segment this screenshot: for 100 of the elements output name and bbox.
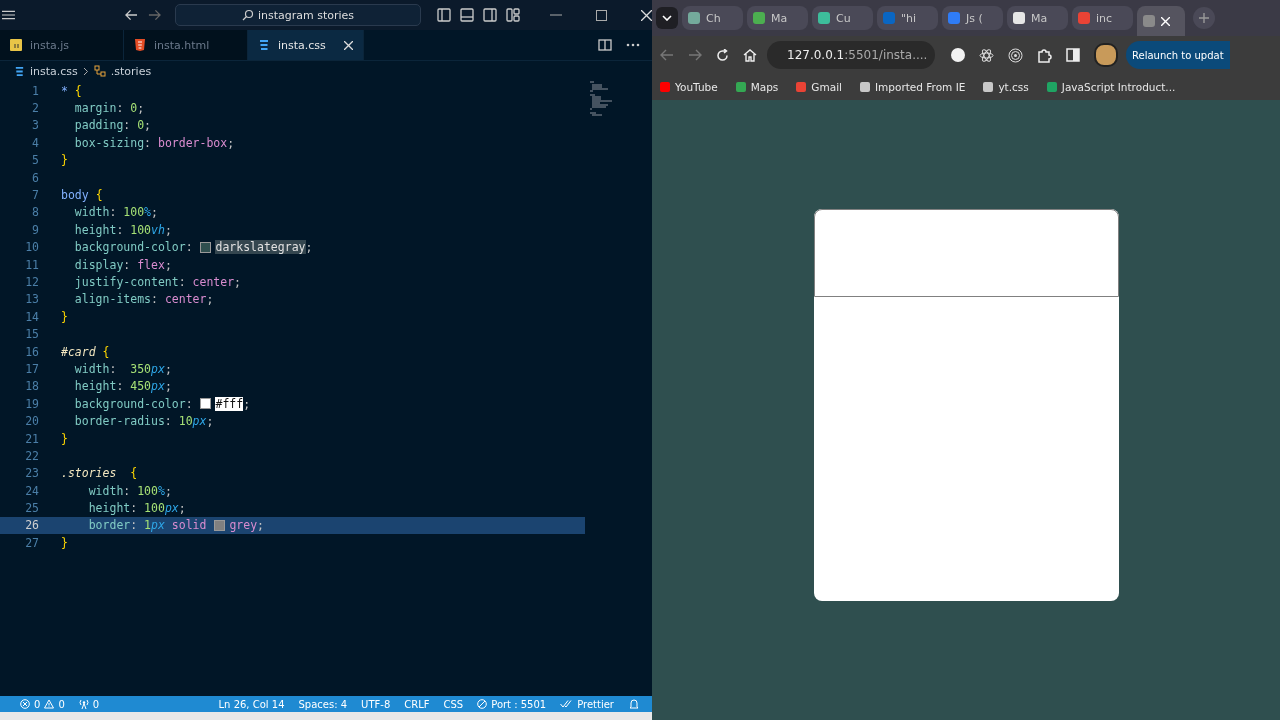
status-item[interactable]: Port : 5501 bbox=[491, 698, 547, 710]
status-item[interactable]: CSS bbox=[443, 698, 464, 710]
reload-icon[interactable] bbox=[716, 48, 729, 62]
relaunch-button[interactable]: Relaunch to updat bbox=[1126, 41, 1230, 69]
browser-tab[interactable] bbox=[1137, 6, 1185, 36]
forward-icon[interactable] bbox=[688, 49, 702, 61]
new-tab-button[interactable] bbox=[1193, 7, 1215, 29]
puzzle-icon[interactable] bbox=[1037, 47, 1052, 63]
line-number: 3 bbox=[31, 118, 40, 133]
browser-tab[interactable]: inc bbox=[1072, 6, 1133, 30]
sidebar-toggle-icon[interactable] bbox=[437, 8, 451, 22]
color-swatch-icon[interactable] bbox=[200, 241, 212, 253]
bookmark[interactable]: Imported From IE bbox=[860, 81, 966, 93]
line-number: 1 bbox=[31, 83, 40, 98]
css-file-icon bbox=[258, 39, 270, 51]
browser-tab[interactable]: Ma bbox=[747, 6, 808, 30]
browser-tab[interactable]: Ma bbox=[1007, 6, 1068, 30]
close-icon[interactable] bbox=[344, 40, 353, 50]
css-file-icon bbox=[14, 65, 25, 77]
line-number: 15 bbox=[24, 327, 40, 342]
code-text: .stories { bbox=[61, 466, 138, 481]
chevron-icon bbox=[82, 66, 89, 76]
editor-tab[interactable]: insta.js bbox=[0, 30, 124, 60]
code-text: } bbox=[61, 535, 68, 550]
notification-icon[interactable] bbox=[628, 698, 640, 710]
bookmark[interactable]: Gmail bbox=[796, 81, 842, 93]
target-icon[interactable] bbox=[1008, 47, 1023, 63]
editor-tab[interactable]: insta.css bbox=[248, 30, 364, 60]
status-item[interactable]: CRLF bbox=[404, 698, 430, 710]
panel-toggle-icon[interactable] bbox=[460, 8, 474, 22]
warning-icon[interactable] bbox=[44, 699, 55, 709]
line-number: 5 bbox=[31, 153, 40, 168]
line-number: 26 bbox=[24, 518, 40, 533]
home-icon[interactable] bbox=[743, 48, 757, 62]
breadcrumb-item[interactable]: .stories bbox=[110, 64, 152, 78]
status-item[interactable]: Spaces: 4 bbox=[298, 698, 348, 710]
code-text: grey; bbox=[229, 518, 264, 533]
line-number: 22 bbox=[24, 448, 40, 463]
side-panel-icon[interactable] bbox=[1066, 48, 1080, 62]
chevron-down-icon[interactable] bbox=[662, 15, 672, 21]
forward-icon[interactable] bbox=[147, 9, 161, 21]
code-text: #fff; bbox=[215, 396, 251, 411]
line-number: 18 bbox=[24, 379, 40, 394]
line-number: 2 bbox=[31, 101, 40, 116]
browser-tab[interactable]: Cu bbox=[812, 6, 873, 30]
antenna-icon[interactable] bbox=[78, 699, 89, 709]
code-text: border: 1px solid bbox=[87, 518, 208, 533]
extension-icon[interactable] bbox=[951, 48, 965, 62]
bookmark[interactable]: Maps bbox=[735, 81, 779, 93]
code-text: height: 100px; bbox=[87, 501, 186, 516]
html-file-icon bbox=[134, 39, 146, 51]
ports-count[interactable]: 0 bbox=[92, 698, 100, 710]
line-number: 19 bbox=[24, 396, 40, 411]
bookmark[interactable]: YouTube bbox=[660, 81, 718, 93]
error-count[interactable]: 0 bbox=[34, 698, 41, 710]
code-text: } bbox=[61, 153, 68, 168]
close-icon[interactable] bbox=[641, 9, 652, 21]
status-item[interactable]: UTF-8 bbox=[361, 698, 391, 710]
tab-search-button[interactable] bbox=[656, 7, 678, 29]
port-icon[interactable] bbox=[477, 699, 488, 709]
color-swatch-icon[interactable] bbox=[200, 398, 212, 410]
bookmark[interactable]: JavaScript Introduct... bbox=[1046, 81, 1176, 93]
code-text: background-color: bbox=[73, 396, 194, 411]
code-text: } bbox=[61, 431, 68, 446]
line-number: 7 bbox=[31, 188, 40, 203]
command-search-field[interactable]: instagram stories bbox=[174, 4, 421, 26]
address-bar[interactable]: 127.0.0.1:5501/insta.... bbox=[767, 41, 935, 69]
line-number: 6 bbox=[31, 170, 40, 185]
split-editor-icon[interactable] bbox=[598, 39, 612, 51]
error-icon[interactable] bbox=[20, 699, 30, 709]
more-icon[interactable] bbox=[626, 43, 640, 47]
line-number: 9 bbox=[31, 222, 40, 237]
browser-tab[interactable]: Js ( bbox=[942, 6, 1003, 30]
status-item[interactable]: Prettier bbox=[577, 698, 614, 710]
line-number: 14 bbox=[24, 309, 40, 324]
browser-tab[interactable]: Ch bbox=[682, 6, 743, 30]
layout-icon[interactable] bbox=[506, 8, 520, 22]
color-swatch-icon[interactable] bbox=[214, 519, 226, 531]
menu-icon[interactable] bbox=[2, 10, 15, 20]
editor-tab[interactable]: insta.html bbox=[124, 30, 248, 60]
profile-avatar[interactable] bbox=[1094, 43, 1118, 67]
line-number: 24 bbox=[24, 483, 40, 498]
maximize-icon[interactable] bbox=[596, 9, 607, 21]
code-text: height: 450px; bbox=[73, 379, 172, 394]
warning-count[interactable]: 0 bbox=[58, 698, 65, 710]
back-icon[interactable] bbox=[124, 9, 138, 21]
selector-symbol-icon bbox=[93, 65, 106, 77]
search-icon bbox=[241, 9, 254, 21]
line-number: 23 bbox=[24, 466, 40, 481]
browser-tab[interactable]: "hi bbox=[877, 6, 938, 30]
status-item[interactable]: Ln 26, Col 14 bbox=[218, 698, 285, 710]
bookmark[interactable]: yt.css bbox=[983, 81, 1029, 93]
breadcrumb-item[interactable]: insta.css bbox=[30, 64, 78, 78]
atom-icon[interactable] bbox=[979, 47, 994, 63]
line-number: 13 bbox=[24, 292, 40, 307]
line-number: 4 bbox=[31, 135, 40, 150]
code-text: #card { bbox=[61, 344, 110, 359]
secondary-sidebar-icon[interactable] bbox=[483, 8, 497, 22]
double-check-icon[interactable] bbox=[560, 700, 574, 708]
plus-icon[interactable] bbox=[1198, 12, 1210, 24]
